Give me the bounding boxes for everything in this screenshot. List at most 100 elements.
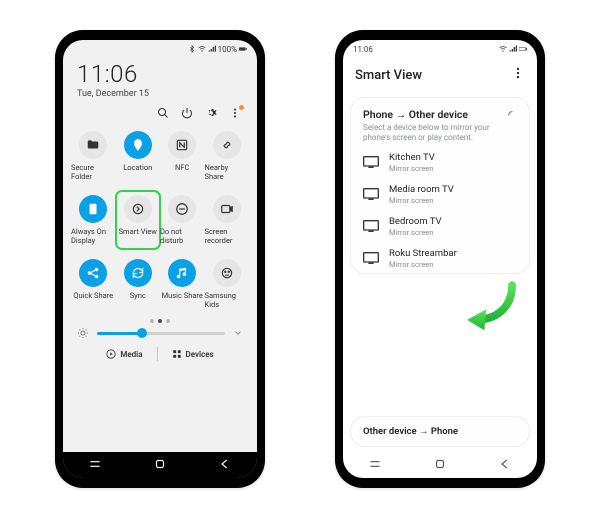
device-item[interactable]: Roku StreambarMirror screen — [363, 248, 517, 269]
chevron-down-icon[interactable] — [233, 328, 243, 338]
battery-icon — [239, 45, 247, 53]
tile-share[interactable]: Nearby Share — [205, 127, 250, 185]
tile-label: Smart View — [119, 227, 157, 236]
device-list: Kitchen TVMirror screenMedia room TVMirr… — [363, 152, 517, 269]
status-right: 100% — [188, 45, 247, 54]
tile-label: Always On Display — [71, 227, 116, 245]
device-item[interactable]: Kitchen TVMirror screen — [363, 152, 517, 173]
tile-label: NFC — [175, 163, 189, 172]
status-right — [499, 45, 527, 53]
clock-date: Tue, December 15 — [77, 89, 243, 99]
clock-time: 11:06 — [77, 60, 243, 88]
tile-nfc[interactable]: NFC — [160, 127, 205, 185]
phone-quick-settings: 100% 11:06 Tue, December 15 — [55, 30, 265, 488]
android-navbar — [63, 452, 257, 478]
page-title: Smart View — [355, 68, 422, 83]
quick-settings-grid: Secure FolderLocation NFC Nearby Share Alwa… — [63, 123, 257, 313]
device-to-phone-card[interactable]: Other device → Phone — [351, 417, 529, 446]
status-bar: 100% — [63, 40, 257, 58]
clock-block: 11:06 Tue, December 15 — [63, 58, 257, 99]
tile-label: Music Share — [162, 291, 203, 300]
nav-recents[interactable] — [368, 456, 382, 475]
sun-icon — [77, 327, 89, 339]
device-sub: Mirror screen — [389, 260, 457, 269]
tile-sync[interactable]: Sync — [116, 255, 161, 313]
tile-recorder[interactable]: Screen recorder — [205, 191, 250, 249]
media-button[interactable]: Media — [106, 349, 142, 359]
folder-icon — [79, 131, 107, 159]
phone-smart-view: 11:06 Smart View Phone → Other device — [335, 30, 545, 488]
nav-home[interactable] — [153, 456, 167, 475]
tile-label: Samsung Kids — [205, 291, 250, 309]
tile-smartview[interactable]: Smart View — [116, 191, 161, 249]
tile-label: Quick Share — [73, 291, 113, 300]
other-section-title: Other device → Phone — [363, 426, 517, 437]
recorder-icon — [213, 195, 241, 223]
screen: 100% 11:06 Tue, December 15 — [63, 40, 257, 478]
settings-icon[interactable] — [205, 107, 217, 119]
tv-icon — [363, 188, 379, 200]
tile-label: Screen recorder — [205, 227, 250, 245]
screen: 11:06 Smart View Phone → Other device — [343, 40, 537, 478]
music-icon — [168, 259, 196, 287]
nav-home[interactable] — [433, 456, 447, 475]
share-icon — [213, 131, 241, 159]
section-subtitle: Select a device below to mirror your pho… — [363, 123, 517, 144]
nav-back[interactable] — [498, 456, 512, 475]
smartview-icon — [124, 195, 152, 223]
tile-label: Sync — [130, 291, 146, 300]
quickshare-icon — [79, 259, 107, 287]
power-icon[interactable] — [181, 107, 193, 119]
device-item[interactable]: Bedroom TVMirror screen — [363, 216, 517, 237]
tile-quickshare[interactable]: Quick Share — [71, 255, 116, 313]
tile-aod[interactable]: Always On Display — [71, 191, 116, 249]
search-icon[interactable] — [157, 107, 169, 119]
more-icon[interactable] — [229, 107, 241, 119]
tile-dnd[interactable]: Do not disturb — [160, 191, 205, 249]
device-item[interactable]: Media room TVMirror screen — [363, 184, 517, 205]
battery-text: 100% — [218, 45, 237, 54]
smart-view-header: Smart View — [343, 58, 537, 92]
aod-icon — [79, 195, 107, 223]
android-navbar — [343, 452, 537, 478]
signal-icon — [208, 45, 216, 53]
page-indicator — [63, 313, 257, 325]
devices-label: Devices — [186, 350, 214, 359]
device-sub: Mirror screen — [389, 196, 454, 205]
media-label: Media — [120, 350, 142, 359]
grid-icon — [172, 349, 182, 359]
section-title-text: Phone → Other device — [363, 108, 468, 121]
brightness-slider[interactable] — [97, 332, 225, 335]
qs-bottom-row: Media Devices — [63, 341, 257, 365]
status-bar: 11:06 — [343, 40, 537, 58]
tile-folder[interactable]: Secure Folder — [71, 127, 116, 185]
loading-icon — [507, 110, 517, 120]
brightness-row — [63, 325, 257, 341]
device-name: Media room TV — [389, 184, 454, 195]
qs-action-row — [63, 99, 257, 123]
bluetooth-icon — [188, 45, 196, 53]
nav-recents[interactable] — [88, 456, 102, 475]
status-time: 11:06 — [353, 45, 373, 54]
tile-location[interactable]: Location — [116, 127, 161, 185]
device-sub: Mirror screen — [389, 228, 442, 237]
device-name: Kitchen TV — [389, 152, 435, 163]
tile-label: Nearby Share — [205, 163, 250, 181]
tile-music[interactable]: Music Share — [160, 255, 205, 313]
kids-icon — [213, 259, 241, 287]
dnd-icon — [168, 195, 196, 223]
nfc-icon — [168, 131, 196, 159]
devices-button[interactable]: Devices — [172, 349, 214, 359]
location-icon — [124, 131, 152, 159]
tile-kids[interactable]: Samsung Kids — [205, 255, 250, 313]
device-name: Roku Streambar — [389, 248, 457, 259]
more-icon[interactable] — [511, 66, 525, 84]
divider — [157, 347, 158, 361]
tv-icon — [363, 252, 379, 264]
phone-to-device-card: Phone → Other device Select a device bel… — [351, 98, 529, 273]
battery-icon — [519, 45, 527, 53]
device-name: Bedroom TV — [389, 216, 442, 227]
nav-back[interactable] — [218, 456, 232, 475]
sync-icon — [124, 259, 152, 287]
play-icon — [106, 349, 116, 359]
